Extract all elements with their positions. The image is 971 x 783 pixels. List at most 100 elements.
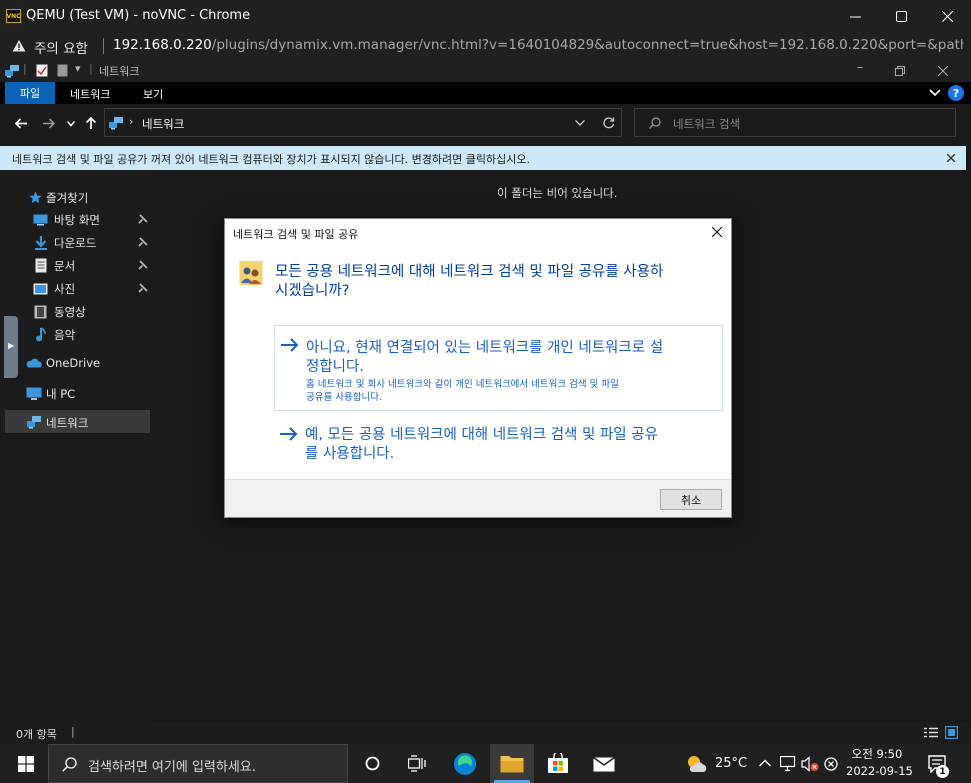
explorer-search-box[interactable]: 네트워크 검색: [634, 108, 956, 137]
maximize-button[interactable]: [878, 0, 924, 32]
explorer-close-icon[interactable]: [938, 66, 948, 76]
panel-expand-icon: ▶: [8, 341, 15, 350]
clock-date[interactable]: 2022-09-15: [846, 764, 913, 778]
chevron-up-icon[interactable]: [759, 759, 771, 767]
expand-ribbon-icon[interactable]: [929, 89, 941, 97]
file-explorer-taskbar-button[interactable]: [490, 744, 534, 783]
edge-browser-icon[interactable]: [453, 752, 477, 776]
weather-icon[interactable]: [685, 753, 709, 774]
pin-icon[interactable]: [137, 214, 148, 225]
network-status-icon[interactable]: [780, 756, 796, 772]
novnc-panel-handle[interactable]: ▶: [4, 316, 18, 378]
network-discovery-infobar[interactable]: 네트워크 검색 및 파일 공유가 꺼져 있어 네트워크 컴퓨터와 장치가 표시되…: [0, 146, 966, 170]
pin-icon[interactable]: [137, 237, 148, 248]
vnc-app-icon: VNC: [6, 9, 21, 23]
notification-badge: 1: [936, 765, 949, 778]
back-arrow-icon[interactable]: [14, 117, 28, 130]
quick-access-label[interactable]: 즐겨찾기: [46, 190, 88, 206]
qat-dropdown-icon[interactable]: ▾: [75, 62, 81, 75]
this-pc-label: 내 PC: [46, 387, 76, 401]
close-window-button[interactable]: [924, 0, 970, 32]
address-bar[interactable]: 주의 요함 192.168.0.220/plugins/dynamix.vm.m…: [0, 32, 971, 60]
option2-title-line-2: 를 사용합니다.: [305, 446, 395, 462]
window-title: QEMU (Test VM) - noVNC - Chrome: [26, 8, 251, 23]
sidebar-item-label: 바탕 화면: [54, 213, 100, 227]
download-icon: [35, 236, 47, 250]
url-path: /plugins/dynamix.vm.manager/vnc.html?v=1…: [211, 37, 963, 53]
network-folder-icon: [5, 65, 19, 78]
properties-icon[interactable]: [36, 64, 48, 77]
windows-start-icon[interactable]: [18, 756, 34, 772]
cortana-icon[interactable]: [365, 756, 380, 771]
sidebar-item-label: 음악: [54, 328, 76, 342]
clock-time[interactable]: 오전 9:50: [846, 746, 908, 762]
sidebar-item-label: 사진: [54, 282, 76, 296]
document-icon: [35, 258, 47, 273]
computer-icon: [26, 387, 42, 400]
explorer-title-bar: | ▾ | 네트워크 –: [0, 60, 971, 82]
details-view-icon[interactable]: [924, 727, 938, 739]
star-icon: [29, 191, 42, 204]
empty-folder-message: 이 폴더는 비어 있습니다.: [497, 186, 618, 200]
large-icons-view-icon[interactable]: [945, 726, 958, 739]
minimize-button[interactable]: [832, 0, 878, 32]
warning-icon: [12, 40, 26, 52]
new-folder-icon[interactable]: [57, 64, 68, 77]
address-box[interactable]: › 네트워크: [104, 108, 622, 137]
recent-locations-chevron-icon[interactable]: [67, 121, 75, 127]
mail-icon[interactable]: [593, 757, 615, 772]
task-view-icon[interactable]: [408, 755, 426, 772]
videos-icon: [34, 305, 47, 319]
address-dropdown-icon[interactable]: [575, 120, 585, 126]
navigation-bar: › 네트워크 네트워크 검색: [0, 104, 971, 144]
sidebar-item-network[interactable]: 네트워크: [5, 410, 150, 433]
folder-icon: [500, 756, 524, 773]
explorer-minimize-button[interactable]: –: [850, 60, 870, 82]
microsoft-store-icon[interactable]: [547, 753, 569, 774]
option-public-network[interactable]: 예, 모든 공용 네트워크에 대해 네트워크 검색 및 파일 공유 를 사용합니…: [274, 415, 723, 465]
vnc-viewport[interactable]: | ▾ | 네트워크 – 파일 네트워크 보기 ? › 네트워크 네트워크 검색: [0, 60, 971, 783]
temperature[interactable]: 25°C: [715, 756, 747, 771]
up-arrow-icon[interactable]: [85, 116, 97, 130]
url-text[interactable]: 192.168.0.220/plugins/dynamix.vm.manager…: [113, 37, 963, 53]
taskbar-search-box[interactable]: 검색하려면 여기에 입력하세요.: [48, 744, 348, 783]
url-host: 192.168.0.220: [113, 37, 212, 53]
ribbon-tabs: 파일 네트워크 보기 ?: [0, 82, 971, 104]
error-status-icon[interactable]: [824, 757, 838, 771]
volume-muted-icon[interactable]: [801, 756, 819, 772]
music-icon: [36, 327, 46, 342]
tab-view[interactable]: 보기: [143, 86, 163, 102]
sidebar-item-label: 다운로드: [54, 236, 97, 250]
cancel-button[interactable]: 취소: [660, 489, 722, 510]
onedrive-cloud-icon: [26, 358, 42, 368]
tab-network[interactable]: 네트워크: [70, 86, 110, 102]
help-icon[interactable]: ?: [948, 85, 964, 101]
network-sharing-dialog: 네트워크 검색 및 파일 공유 모든 공용 네트워크에 대해 네트워크 검색 및…: [224, 218, 732, 518]
qat-divider: |: [23, 62, 27, 75]
option1-description-line-1: 홈 네트워크 및 회사 네트워크와 같이 개인 네트워크에서 네트워크 검색 및…: [306, 379, 619, 390]
taskbar: 검색하려면 여기에 입력하세요. 25°C 오전 9:50 2022-09-15…: [0, 744, 971, 783]
option1-description-line-2: 공유를 사용합니다.: [306, 392, 382, 403]
dialog-close-icon[interactable]: [712, 227, 722, 237]
explorer-restore-icon[interactable]: [895, 66, 905, 76]
arrow-right-icon: [281, 338, 299, 352]
close-icon: [941, 10, 953, 22]
breadcrumb-separator: ›: [129, 115, 134, 128]
infobar-close-icon[interactable]: [947, 154, 955, 162]
dialog-question-line-1: 모든 공용 네트워크에 대해 네트워크 검색 및 파일 공유를 사용하: [275, 264, 664, 280]
search-icon: [649, 117, 661, 129]
infobar-text: 네트워크 검색 및 파일 공유가 꺼져 있어 네트워크 컴퓨터와 장치가 표시되…: [12, 153, 530, 166]
refresh-icon[interactable]: [603, 117, 615, 129]
pin-icon[interactable]: [137, 260, 148, 271]
pictures-icon: [33, 283, 48, 295]
breadcrumb[interactable]: 네트워크: [142, 116, 184, 132]
browser-title-bar: VNC QEMU (Test VM) - noVNC - Chrome: [0, 0, 971, 32]
option-private-network[interactable]: 아니요, 현재 연결되어 있는 네트워크를 개인 네트워크로 설 정합니다. 홈…: [274, 325, 723, 411]
minimize-icon: [849, 16, 861, 17]
pin-icon[interactable]: [137, 283, 148, 294]
network-icon: [27, 416, 41, 429]
status-divider: |: [71, 725, 75, 738]
tab-file[interactable]: 파일: [5, 82, 55, 104]
forward-arrow-icon[interactable]: [42, 117, 56, 130]
security-status[interactable]: 주의 요함: [34, 37, 88, 57]
